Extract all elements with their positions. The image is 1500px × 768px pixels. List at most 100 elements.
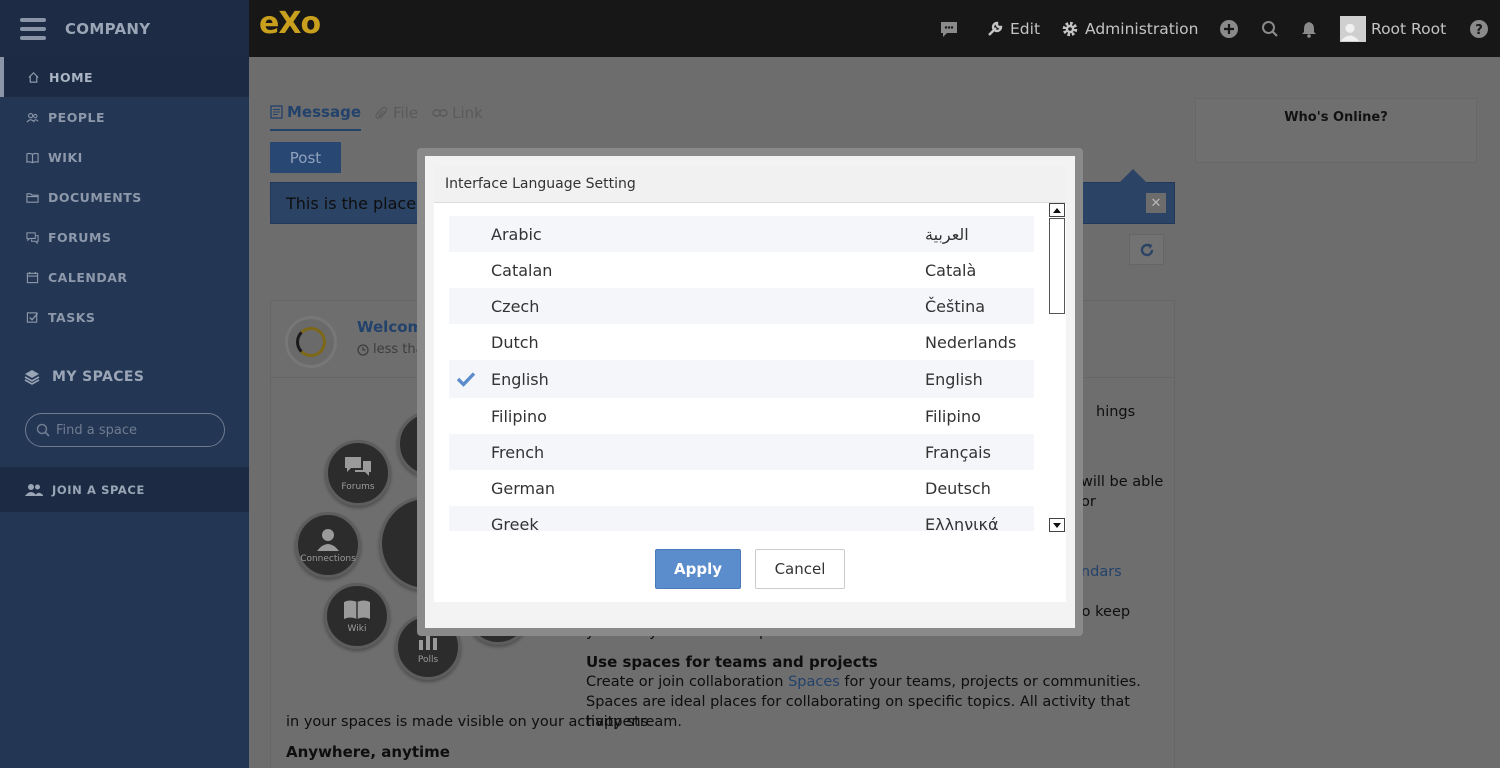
language-name: Dutch (491, 332, 539, 352)
sidebar-header: COMPANY (0, 0, 249, 57)
spaces-link[interactable]: Spaces (788, 674, 840, 690)
bubble-label: Forums (341, 481, 375, 492)
clock-icon (357, 343, 369, 356)
language-name: French (491, 442, 545, 462)
chat-button[interactable] (939, 0, 965, 57)
edit-menu-button[interactable]: Edit (986, 0, 1040, 57)
post-button[interactable]: Post (270, 142, 341, 173)
apply-button[interactable]: Apply (655, 549, 741, 589)
whos-online-panel: Who's Online? (1195, 98, 1477, 163)
find-space-input[interactable]: Find a space (25, 413, 225, 447)
sidebar-item-label: FORUMS (48, 229, 112, 245)
join-space-label: JOIN A SPACE (52, 482, 145, 497)
language-option[interactable]: Dutch Nederlands (449, 324, 1034, 360)
language-dialog-backdrop: Interface Language Setting Arabic العربي… (417, 148, 1083, 636)
refresh-icon (1140, 243, 1153, 256)
composer-tabs: Message File Link (270, 103, 483, 131)
language-option[interactable]: German Deutsch (449, 470, 1034, 506)
anywhere-heading: Anywhere, anytime (286, 743, 450, 761)
language-option[interactable]: Filipino Filipino (449, 398, 1034, 434)
book-icon (25, 150, 39, 164)
my-spaces-header[interactable]: MY SPACES (0, 357, 249, 397)
refresh-button[interactable] (1129, 234, 1164, 265)
activity-time-text: less tha (373, 342, 424, 357)
chat-icon (941, 21, 957, 37)
arrow-down-icon (1053, 522, 1061, 528)
notifications-button[interactable] (1300, 0, 1324, 57)
language-name: Arabic (491, 224, 542, 244)
scrollbar-thumb[interactable] (1049, 218, 1065, 314)
sidebar-item-label: DOCUMENTS (48, 189, 142, 205)
language-option[interactable]: Arabic العربية (449, 216, 1034, 252)
administration-menu-button[interactable]: Administration (1061, 0, 1198, 57)
spaces-line-1-a: Create or join collaboration (586, 674, 789, 690)
bubble-label: Connections (300, 553, 356, 564)
dialog-title: Interface Language Setting (434, 166, 1066, 203)
whos-online-title: Who's Online? (1284, 110, 1388, 125)
language-native-name: Filipino (925, 406, 981, 426)
activity-time: less tha (357, 342, 424, 357)
top-navigation-bar: eXo Edit Administration Root Root ? (249, 0, 1500, 57)
task-icon (25, 310, 39, 324)
find-space-placeholder: Find a space (56, 422, 138, 438)
sidebar-item-tasks[interactable]: TASKS (0, 297, 249, 337)
language-native-name: Deutsch (925, 478, 991, 498)
sidebar-item-calendar[interactable]: CALENDAR (0, 257, 249, 297)
language-native-name: Čeština (925, 296, 986, 316)
company-label[interactable]: COMPANY (65, 20, 150, 38)
tab-link[interactable]: Link (432, 103, 483, 131)
sidebar-item-people[interactable]: PEOPLE (0, 97, 249, 137)
activity-avatar[interactable] (285, 316, 337, 368)
sidebar-item-label: CALENDAR (48, 269, 128, 285)
add-button[interactable] (1219, 0, 1245, 57)
hamburger-menu-icon[interactable] (20, 17, 46, 40)
arrow-up-icon (1053, 207, 1061, 213)
join-space-button[interactable]: JOIN A SPACE (0, 467, 249, 512)
sidebar-item-forums[interactable]: FORUMS (0, 217, 249, 257)
sidebar-item-documents[interactable]: DOCUMENTS (0, 177, 249, 217)
sidebar-item-home[interactable]: HOME (0, 57, 249, 97)
svg-text:?: ? (1475, 23, 1483, 38)
scroll-up-button[interactable] (1049, 203, 1065, 217)
language-native-name: English (925, 369, 983, 389)
bubble-connections: Connections (295, 512, 361, 578)
language-name: Filipino (491, 406, 547, 426)
person-icon (317, 528, 339, 551)
bubble-label: Wiki (347, 623, 367, 634)
language-option[interactable]: French Français (449, 434, 1034, 470)
language-option[interactable]: Catalan Català (449, 252, 1034, 288)
user-menu-button[interactable]: Root Root (1340, 0, 1446, 57)
sidebar-item-wiki[interactable]: WIKI (0, 137, 249, 177)
people-icon (25, 110, 39, 124)
activity-title[interactable]: Welcom (357, 318, 423, 336)
bell-icon (1302, 21, 1316, 38)
language-native-name: العربية (925, 224, 969, 244)
sidebar: COMPANY HOME PEOPLE WIKI DOCUMENTS FORUM… (0, 0, 249, 768)
help-icon: ? (1470, 19, 1488, 38)
bubble-forums: Forums (325, 440, 391, 506)
language-option[interactable]: Czech Čeština (449, 288, 1034, 324)
search-button[interactable] (1261, 0, 1285, 57)
tab-message[interactable]: Message (270, 103, 361, 131)
spaces-line-1: Create or join collaboration Spaces for … (586, 672, 1141, 692)
language-option-selected[interactable]: English English (449, 360, 1034, 398)
language-native-name: Ελληνικά (925, 514, 999, 532)
bubble-label: Polls (417, 654, 439, 665)
tip-text: This is the place t (286, 193, 428, 213)
language-list-scrollbar[interactable] (1049, 203, 1065, 532)
cancel-button[interactable]: Cancel (755, 549, 845, 589)
close-tip-button[interactable]: ✕ (1146, 193, 1166, 213)
checkmark-icon (456, 360, 476, 398)
exo-logo[interactable]: eXo (259, 6, 321, 41)
scroll-down-button[interactable] (1049, 518, 1065, 532)
spaces-line-3: in your spaces is made visible on your a… (286, 714, 682, 730)
my-spaces-label: MY SPACES (52, 369, 145, 385)
dialog-actions: Apply Cancel (434, 549, 1066, 589)
avatar (1340, 15, 1366, 42)
gear-icon (1062, 21, 1078, 36)
help-button[interactable]: ? (1469, 0, 1495, 57)
language-option[interactable]: Greek Ελληνικά (449, 506, 1034, 531)
language-native-name: Català (925, 260, 977, 280)
tab-file[interactable]: File (375, 103, 418, 131)
language-name: Czech (491, 296, 540, 316)
